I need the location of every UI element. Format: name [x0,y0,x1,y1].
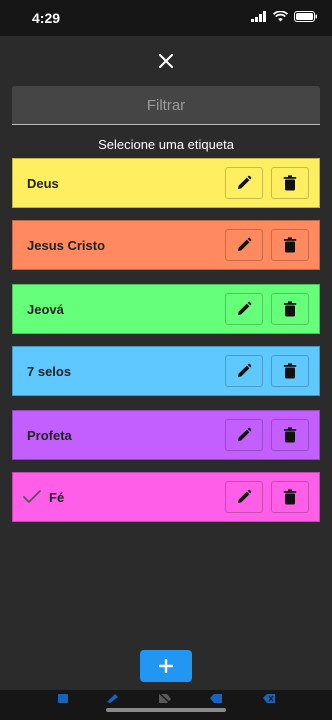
battery-icon [294,11,317,22]
tab-tag-remove-icon[interactable] [262,690,276,708]
filter-field[interactable] [12,86,320,125]
wifi-icon [273,11,288,22]
status-icons [251,11,318,22]
edit-tag-button[interactable] [225,229,263,261]
edit-tag-button[interactable] [225,355,263,387]
trash-icon [283,301,297,317]
section-title: Selecione uma etiqueta [98,137,234,152]
plus-icon [159,659,173,673]
signal-icon [251,11,266,22]
tag-label: Profeta [27,427,72,443]
edit-tag-button[interactable] [225,481,263,513]
tab-tag-off-icon[interactable] [158,690,172,708]
edit-tag-button[interactable] [225,167,263,199]
tab-edit-icon[interactable] [106,690,120,708]
tag-item[interactable]: 7 selos [12,346,320,396]
home-indicator [106,708,226,712]
status-time: 4:29 [32,10,61,26]
trash-icon [283,489,297,505]
tag-label: 7 selos [27,363,72,379]
filter-input[interactable] [12,86,320,124]
trash-icon [283,175,297,191]
tag-item[interactable]: Deus [12,158,320,208]
tag-actions [225,167,309,199]
tag-actions [225,355,309,387]
delete-tag-button[interactable] [271,293,309,325]
bottom-tab-icons [0,690,332,704]
tag-item[interactable]: Jeová [12,284,320,334]
tag-item[interactable]: Profeta [12,410,320,460]
tag-label: Deus [27,175,59,191]
delete-tag-button[interactable] [271,355,309,387]
trash-icon [283,237,297,253]
close-icon [159,54,173,68]
pencil-icon [238,237,252,251]
delete-tag-button[interactable] [271,229,309,261]
pencil-icon [238,175,252,189]
tab-book-icon[interactable] [57,690,69,708]
close-button[interactable] [156,51,176,71]
tab-tag-icon[interactable] [209,690,223,708]
trash-icon [283,427,297,443]
tag-label: Fé [49,489,65,505]
tag-item[interactable]: Jesus Cristo [12,220,320,270]
trash-icon [283,363,297,379]
edit-tag-button[interactable] [225,419,263,451]
delete-tag-button[interactable] [271,167,309,199]
tag-actions [225,419,309,451]
edit-tag-button[interactable] [225,293,263,325]
pencil-icon [238,363,252,377]
delete-tag-button[interactable] [271,481,309,513]
bottom-tab-bar [0,690,332,720]
tag-actions [225,293,309,325]
pencil-icon [238,301,252,315]
tag-actions [225,481,309,513]
add-tag-button[interactable] [140,650,192,682]
status-bar: 4:29 [0,0,332,36]
tag-label: Jesus Cristo [27,237,106,253]
tag-label: Jeová [27,301,64,317]
check-icon [23,490,41,503]
pencil-icon [238,489,252,503]
tag-actions [225,229,309,261]
delete-tag-button[interactable] [271,419,309,451]
tag-item[interactable]: Fé [12,472,320,522]
pencil-icon [238,427,252,441]
